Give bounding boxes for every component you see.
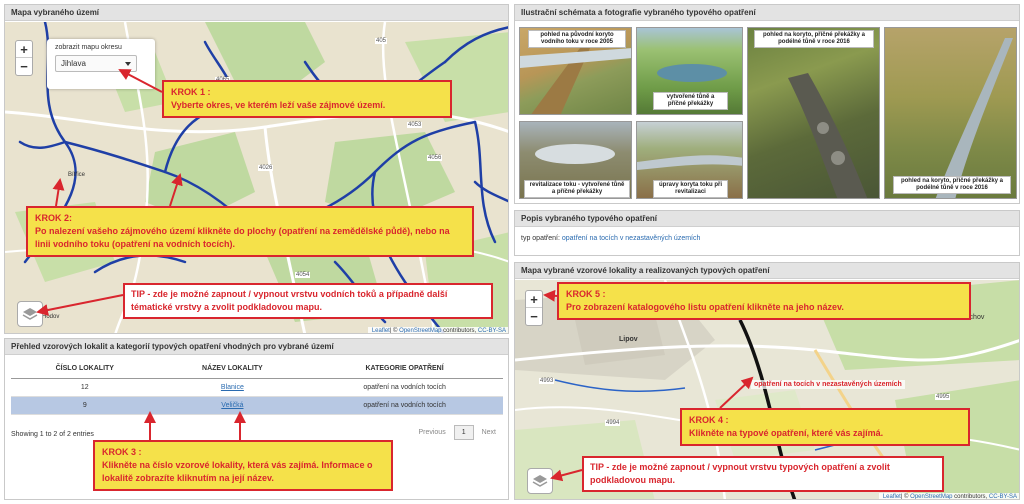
callout-krok1: KROK 1 : Vyberte okres, ve kterém leží v… xyxy=(162,80,452,118)
district-selector-box: zobrazit mapu okresu Jihlava xyxy=(47,39,155,89)
pagination: Previous 1 Next xyxy=(418,425,496,440)
description-title: Popis vybraného typového opatření xyxy=(515,211,1019,227)
callout-krok2-text: Po nalezení vašeho zájmového území klikn… xyxy=(35,226,450,249)
callout-krok1-title: KROK 1 : xyxy=(171,87,211,97)
attribution-text: | © xyxy=(900,494,911,500)
road-number-label: 4054 xyxy=(295,272,311,278)
callout-krok3-title: KROK 3 : xyxy=(102,447,142,457)
measure-type-link[interactable]: opatření na tocích v nezastavěných území… xyxy=(562,235,701,242)
locality-number[interactable]: 9 xyxy=(11,396,159,415)
locality-map-title: Mapa vybrané vzorové lokality a realizov… xyxy=(515,263,1019,279)
layers-control-button[interactable] xyxy=(17,301,43,327)
table-row[interactable]: 9 Veličká opatření na vodních tocích xyxy=(11,396,503,415)
layers-icon xyxy=(532,475,548,487)
road-number-label: 4026 xyxy=(258,165,274,171)
locality-name-link[interactable]: Veličká xyxy=(221,402,243,409)
photo-scene xyxy=(935,38,1013,198)
localities-table: ČÍSLO LOKALITY NÁZEV LOKALITY KATEGORIE … xyxy=(11,359,503,415)
callout-tip-layers-text: TIP - zde je možné zapnout / vypnout vrs… xyxy=(131,289,448,312)
zoom-in-button[interactable]: + xyxy=(526,291,542,308)
callout-tip-layers: TIP - zde je možné zapnout / vypnout vrs… xyxy=(123,283,493,319)
callout-krok3-text: Klikněte na číslo vzorové lokality, kter… xyxy=(102,460,373,483)
zoom-control: + − xyxy=(15,40,33,76)
photos-panel: Ilustrační schémata a fotografie vybrané… xyxy=(514,4,1020,204)
road-number-label: 4995 xyxy=(935,394,951,400)
locality-category: opatření na vodních tocích xyxy=(306,396,503,415)
column-header-category[interactable]: KATEGORIE OPATŘENÍ xyxy=(306,359,503,379)
table-row[interactable]: 12 Blanice opatření na vodních tocích xyxy=(11,378,503,397)
photo-caption: vytvořené tůně a příčné překážky xyxy=(653,92,728,110)
photo-caption: revitalizace toku - vytvořené tůně a pří… xyxy=(524,180,630,198)
road-number-label: 4056 xyxy=(427,155,443,161)
district-selector-label: zobrazit mapu okresu xyxy=(55,44,122,51)
locality-name-link[interactable]: Blanice xyxy=(221,384,244,391)
callout-krok4-title: KROK 4 : xyxy=(689,415,729,425)
district-select[interactable]: Jihlava xyxy=(55,55,137,72)
description-panel: Popis vybraného typového opatření typ op… xyxy=(514,210,1020,256)
photo-pools[interactable]: vytvořené tůně a příčné překážky xyxy=(636,27,743,115)
measure-popup[interactable]: opatření na tocích v nezastavěných území… xyxy=(751,380,905,389)
photo-caption: pohled na koryto, příčné překážky a podé… xyxy=(893,176,1011,194)
photo-channel-2016[interactable]: pohled na koryto, příčné překážky a podé… xyxy=(747,27,880,199)
map-attribution: Leaflet| © OpenStreetMap contributors, C… xyxy=(367,327,508,334)
license-link[interactable]: CC-BY-SA xyxy=(478,328,506,333)
road-number-label: 4993 xyxy=(539,378,555,384)
photo-scene xyxy=(788,73,868,198)
callout-krok5-text: Pro zobrazení katalogového listu opatřen… xyxy=(566,302,844,312)
photo-caption: pohled na koryto, příčné překážky a podé… xyxy=(754,30,874,48)
zoom-in-button[interactable]: + xyxy=(16,41,32,58)
district-select-value: Jihlava xyxy=(61,59,86,68)
table-info: Showing 1 to 2 of 2 entries xyxy=(11,431,94,438)
map-attribution: Leaflet| © OpenStreetMap contributors, C… xyxy=(878,493,1019,500)
callout-krok2-title: KROK 2: xyxy=(35,213,73,223)
zoom-out-button[interactable]: − xyxy=(16,58,32,75)
attribution-text: contributors, xyxy=(441,328,478,334)
layers-control-button[interactable] xyxy=(527,468,553,494)
callout-krok4: KROK 4 : Klikněte na typové opatření, kt… xyxy=(680,408,970,446)
town-label: Lipov xyxy=(619,336,638,343)
caret-down-icon xyxy=(125,62,131,66)
license-link[interactable]: CC-BY-SA xyxy=(989,494,1017,499)
road-number-label: 4053 xyxy=(407,122,423,128)
column-header-number[interactable]: ČÍSLO LOKALITY xyxy=(11,359,159,379)
osm-link[interactable]: OpenStreetMap xyxy=(910,494,952,499)
road-number-label: 405 xyxy=(375,38,388,44)
leaflet-link[interactable]: Leaflet xyxy=(372,328,390,333)
callout-tip-measures-text: TIP - zde je možné zapnout / vypnout vrs… xyxy=(590,462,890,485)
town-label: Bítřice xyxy=(68,172,86,178)
leaflet-link[interactable]: Leaflet xyxy=(883,494,901,499)
attribution-text: contributors, xyxy=(952,494,989,500)
pagination-previous[interactable]: Previous xyxy=(418,429,445,436)
town-label: Hodov xyxy=(42,314,60,320)
osm-link[interactable]: OpenStreetMap xyxy=(399,328,441,333)
photos-panel-title: Ilustrační schémata a fotografie vybrané… xyxy=(515,5,1019,21)
callout-krok5-title: KROK 5 : xyxy=(566,289,606,299)
column-header-name[interactable]: NÁZEV LOKALITY xyxy=(158,359,307,379)
table-header-row: ČÍSLO LOKALITY NÁZEV LOKALITY KATEGORIE … xyxy=(11,359,503,379)
photo-caption: úpravy koryta toku při revitalizaci xyxy=(653,180,728,198)
callout-krok1-text: Vyberte okres, ve kterém leží vaše zájmo… xyxy=(171,100,386,110)
district-map-title: Mapa vybraného území xyxy=(5,5,508,21)
pagination-next[interactable]: Next xyxy=(482,429,496,436)
zoom-control: + − xyxy=(525,290,543,326)
photo-channel-adjustments[interactable]: úpravy koryta toku při revitalizaci xyxy=(636,121,743,199)
localities-table-title: Přehled vzorových lokalit a kategorií ty… xyxy=(5,339,508,355)
callout-krok4-text: Klikněte na typové opatření, které vás z… xyxy=(689,428,884,438)
measure-type-label: typ opatření: xyxy=(521,235,562,242)
callout-krok2: KROK 2: Po nalezení vašeho zájmového úze… xyxy=(26,206,474,257)
locality-number[interactable]: 12 xyxy=(11,378,159,397)
locality-category: opatření na vodních tocích xyxy=(306,378,503,397)
callout-krok3: KROK 3 : Klikněte na číslo vzorové lokal… xyxy=(93,440,393,491)
photo-revitalization[interactable]: revitalizace toku - vytvořené tůně a pří… xyxy=(519,121,632,199)
pagination-page-1[interactable]: 1 xyxy=(453,425,474,440)
photo-caption: pohled na původní koryto vodního toku v … xyxy=(528,30,626,48)
zoom-out-button[interactable]: − xyxy=(526,308,542,325)
layers-icon xyxy=(22,308,38,320)
photo-original-channel[interactable]: pohled na původní koryto vodního toku v … xyxy=(519,27,632,115)
callout-krok5: KROK 5 : Pro zobrazení katalogového list… xyxy=(557,282,971,320)
photo-channel-2016-b[interactable]: pohled na koryto, příčné překážky a podé… xyxy=(884,27,1017,199)
attribution-text: | © xyxy=(389,328,400,334)
road-number-label: 4994 xyxy=(605,420,621,426)
callout-tip-measures: TIP - zde je možné zapnout / vypnout vrs… xyxy=(582,456,944,492)
